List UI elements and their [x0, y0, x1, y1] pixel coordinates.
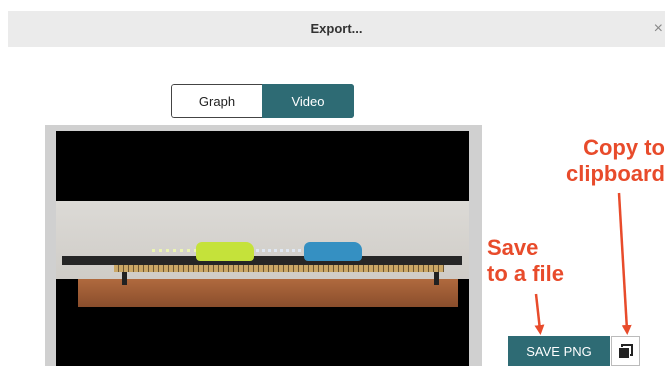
save-png-label: SAVE PNG: [526, 343, 592, 359]
copy-icon: [618, 344, 633, 358]
save-png-button[interactable]: SAVE PNG: [508, 336, 610, 366]
save-arrow: [534, 293, 545, 335]
annotation-arrows: [534, 192, 632, 335]
copy-to-clipboard-button[interactable]: [611, 336, 640, 366]
copy-arrow: [617, 192, 632, 335]
